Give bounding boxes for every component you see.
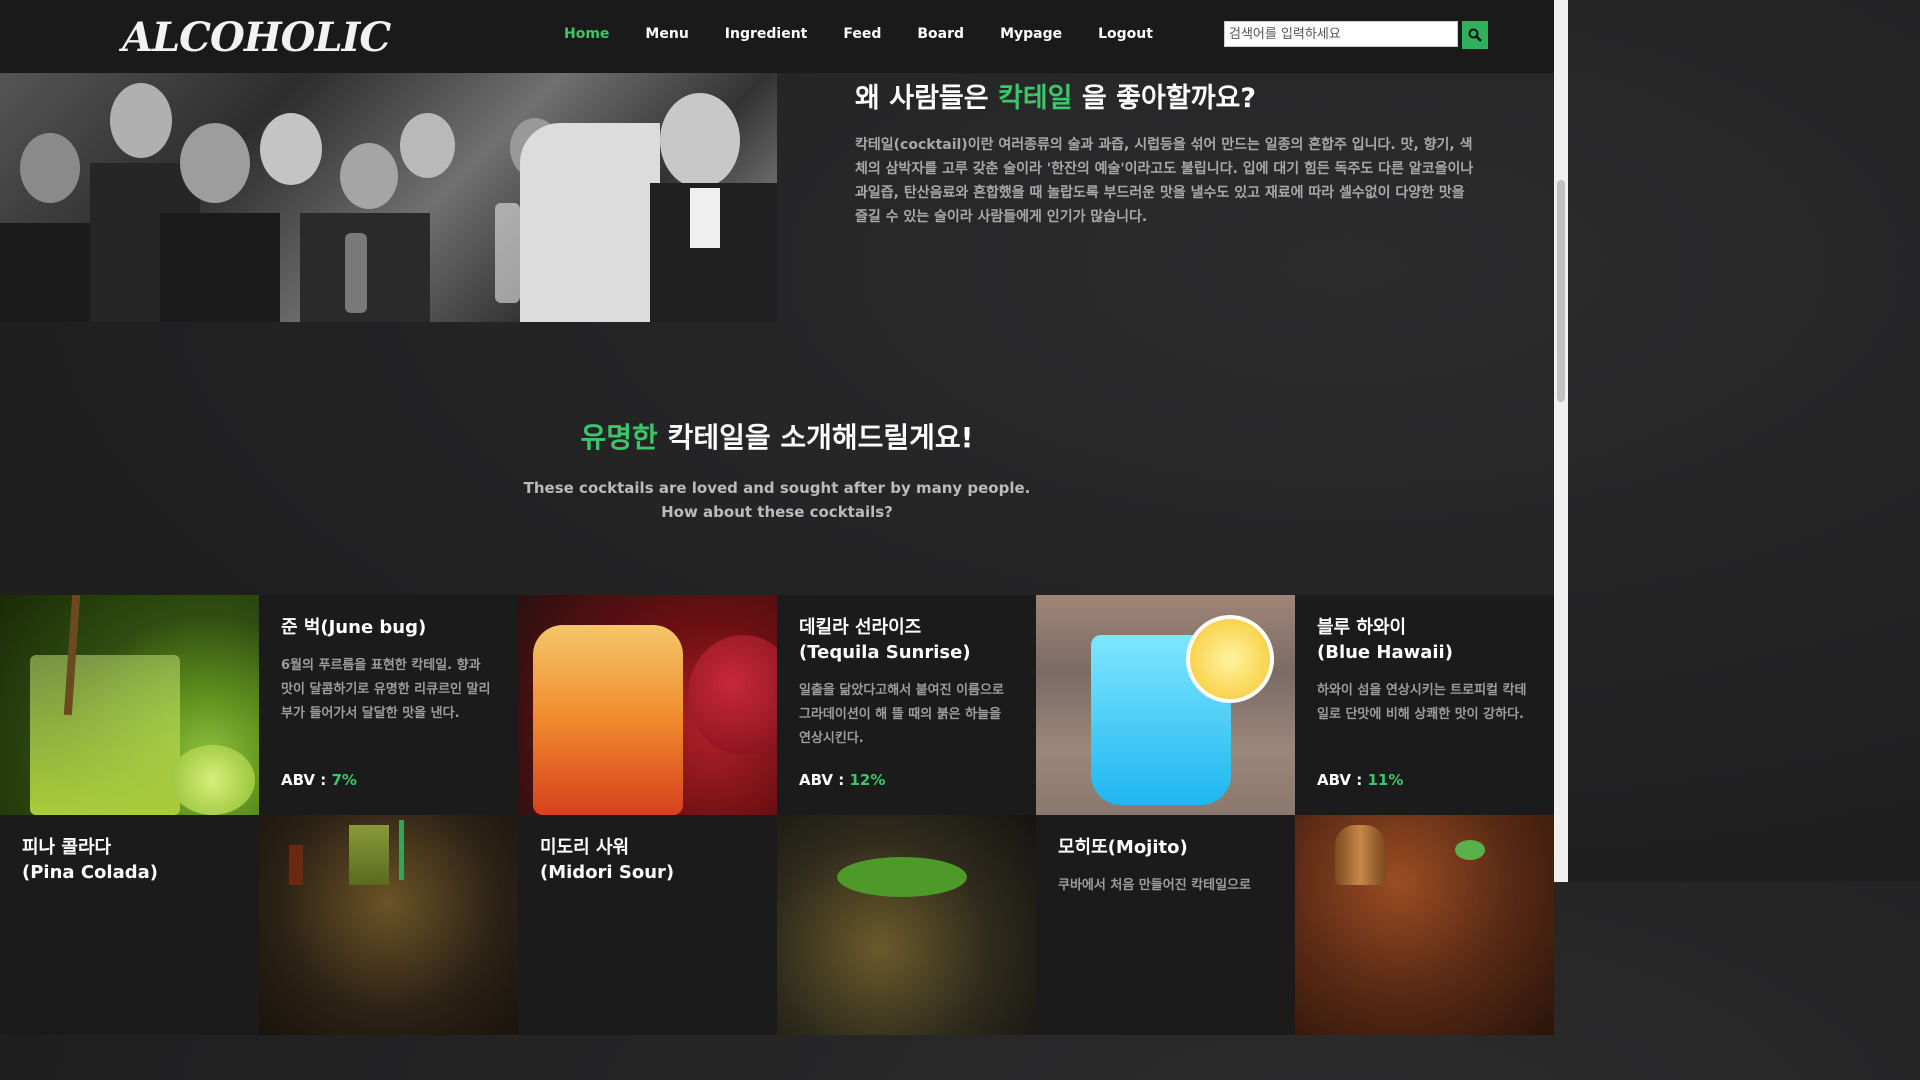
search-bar: [1224, 21, 1488, 49]
nav-menu[interactable]: Menu: [645, 26, 688, 42]
search-button[interactable]: [1462, 21, 1488, 49]
midori-sour-image[interactable]: [777, 815, 1036, 1035]
search-icon: [1468, 28, 1482, 42]
card-title: 피나 콜라다 (Pina Colada): [22, 837, 158, 883]
why-title: 왜 사람들은 칵테일 을 좋아할까요?: [855, 83, 1257, 114]
nav-feed[interactable]: Feed: [843, 26, 881, 42]
card-description: 쿠바에서 처음 만들어진 칵테일으로: [1058, 878, 1251, 893]
tequila-sunrise-card[interactable]: 데킬라 선라이즈 (Tequila Sunrise) 일출을 닮았다고해서 붙여…: [777, 595, 1036, 815]
card-title: 모히또(Mojito): [1058, 837, 1188, 858]
card-title: 블루 하와이 (Blue Hawaii): [1317, 617, 1453, 663]
cocktail-row-2: 피나 콜라다 (Pina Colada) 미도리 사워 (Midori Sour…: [0, 815, 1554, 1035]
nav-home[interactable]: Home: [564, 26, 609, 42]
page-scrollbar[interactable]: [1554, 0, 1568, 882]
mojito-card[interactable]: 모히또(Mojito) 쿠바에서 처음 만들어진 칵테일으로: [1036, 815, 1295, 1035]
famous-title-highlight: 유명한: [580, 421, 658, 454]
why-title-highlight: 칵테일: [998, 83, 1073, 114]
card-title: 미도리 사워 (Midori Sour): [540, 837, 675, 883]
pina-colada-image[interactable]: [259, 815, 518, 1035]
famous-subtitle: These cocktails are loved and sought aft…: [523, 479, 1031, 521]
card-description: 일출을 닮았다고해서 붙여진 이름으로 그라데이션이 해 뜰 때의 붉은 하늘을…: [799, 683, 1004, 746]
blue-hawaii-card[interactable]: 블루 하와이 (Blue Hawaii) 하와이 섬을 연상시키는 트로피컬 칵…: [1295, 595, 1554, 815]
top-navbar: ALCOHOLIC Home Menu Ingredient Feed Boar…: [0, 0, 1554, 73]
scrollbar-thumb[interactable]: [1557, 180, 1565, 402]
card-description: 6월의 푸르름을 표현한 칵테일. 향과 맛이 달콤하기로 유명한 리큐르인 말…: [281, 658, 491, 721]
mojito-image[interactable]: [1295, 815, 1554, 1035]
pina-colada-card[interactable]: 피나 콜라다 (Pina Colada): [0, 815, 259, 1035]
site-logo[interactable]: ALCOHOLIC: [122, 14, 391, 61]
nav-ingredient[interactable]: Ingredient: [725, 26, 808, 42]
midori-sour-card[interactable]: 미도리 사워 (Midori Sour): [518, 815, 777, 1035]
nav-logout[interactable]: Logout: [1098, 26, 1153, 42]
famous-title: 유명한 칵테일을 소개해드릴게요!: [580, 421, 974, 454]
card-abv: ABV : 7%: [281, 771, 357, 789]
search-input[interactable]: [1224, 21, 1458, 47]
card-description: 하와이 섬을 연상시키는 트로피컬 칵테일로 단맛에 비해 상쾌한 맛이 강하다…: [1317, 683, 1527, 722]
nav-board[interactable]: Board: [917, 26, 964, 42]
main-menu: Home Menu Ingredient Feed Board Mypage L…: [564, 26, 1189, 42]
card-abv: ABV : 11%: [1317, 771, 1404, 789]
card-abv: ABV : 12%: [799, 771, 886, 789]
card-title: 준 벅(June bug): [281, 617, 427, 638]
blue-hawaii-image[interactable]: [1036, 595, 1295, 815]
nav-mypage[interactable]: Mypage: [1000, 26, 1062, 42]
cocktail-row-1: 준 벅(June bug) 6월의 푸르름을 표현한 칵테일. 향과 맛이 달콤…: [0, 595, 1554, 815]
card-title: 데킬라 선라이즈 (Tequila Sunrise): [799, 617, 971, 663]
june-bug-image[interactable]: [0, 595, 259, 815]
why-description: 칵테일(cocktail)이란 여러종류의 술과 과즙, 시럽등을 섞어 만드는…: [855, 137, 1474, 225]
june-bug-card[interactable]: 준 벅(June bug) 6월의 푸르름을 표현한 칵테일. 향과 맛이 달콤…: [259, 595, 518, 815]
tequila-sunrise-image[interactable]: [518, 595, 777, 815]
hero-photo: [0, 73, 777, 322]
